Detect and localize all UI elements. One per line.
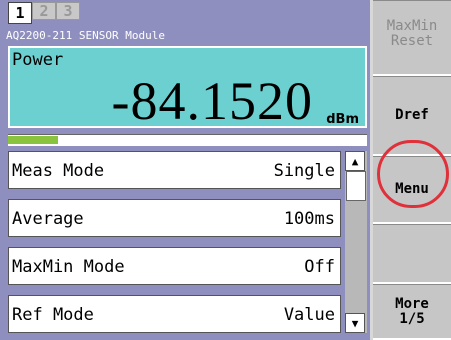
setting-label: Meas Mode (12, 161, 105, 181)
scrollbar[interactable]: ▲ ▼ (345, 151, 367, 333)
softkey-panel: MaxMin Reset Dref Menu More 1/5 (373, 0, 451, 340)
scroll-up-arrow-icon[interactable]: ▲ (345, 151, 365, 171)
setting-value: Single (273, 161, 335, 181)
setting-row-maxmin-mode[interactable]: MaxMin Mode Off (8, 247, 341, 285)
scroll-down-arrow-icon[interactable]: ▼ (345, 313, 365, 333)
power-label: Power (12, 50, 64, 70)
tab-3[interactable]: 3 (56, 2, 80, 20)
setting-label: Ref Mode (12, 305, 94, 325)
power-value: -84.1520 (111, 71, 313, 131)
module-title: AQ2200-211 SENSOR Module (6, 29, 165, 42)
setting-value: Value (283, 305, 335, 325)
setting-label: MaxMin Mode (12, 257, 125, 277)
more-button[interactable]: More 1/5 (373, 284, 451, 340)
setting-row-average[interactable]: Average 100ms (8, 199, 341, 237)
dref-button[interactable]: Dref (373, 76, 451, 156)
setting-label: Average (12, 209, 84, 229)
menu-button[interactable]: Menu (373, 156, 451, 224)
setting-value: 100ms (283, 209, 335, 229)
setting-row-ref-mode[interactable]: Ref Mode Value (8, 295, 341, 333)
empty-softkey[interactable] (373, 224, 451, 284)
power-unit: dBm (326, 112, 359, 127)
tab-1[interactable]: 1 (8, 2, 32, 24)
maxmin-reset-button[interactable]: MaxMin Reset (373, 0, 451, 76)
setting-value: Off (304, 257, 335, 277)
level-bar-track (8, 134, 367, 146)
instrument-screen: 1 2 3 AQ2200-211 SENSOR Module Power -84… (0, 0, 451, 340)
power-display: Power -84.1520 dBm (8, 46, 367, 131)
scroll-thumb[interactable] (346, 171, 366, 201)
setting-row-meas-mode[interactable]: Meas Mode Single (8, 151, 341, 189)
main-panel: 1 2 3 AQ2200-211 SENSOR Module Power -84… (0, 0, 370, 340)
level-bar-fill (8, 136, 58, 144)
tab-2[interactable]: 2 (32, 2, 56, 20)
